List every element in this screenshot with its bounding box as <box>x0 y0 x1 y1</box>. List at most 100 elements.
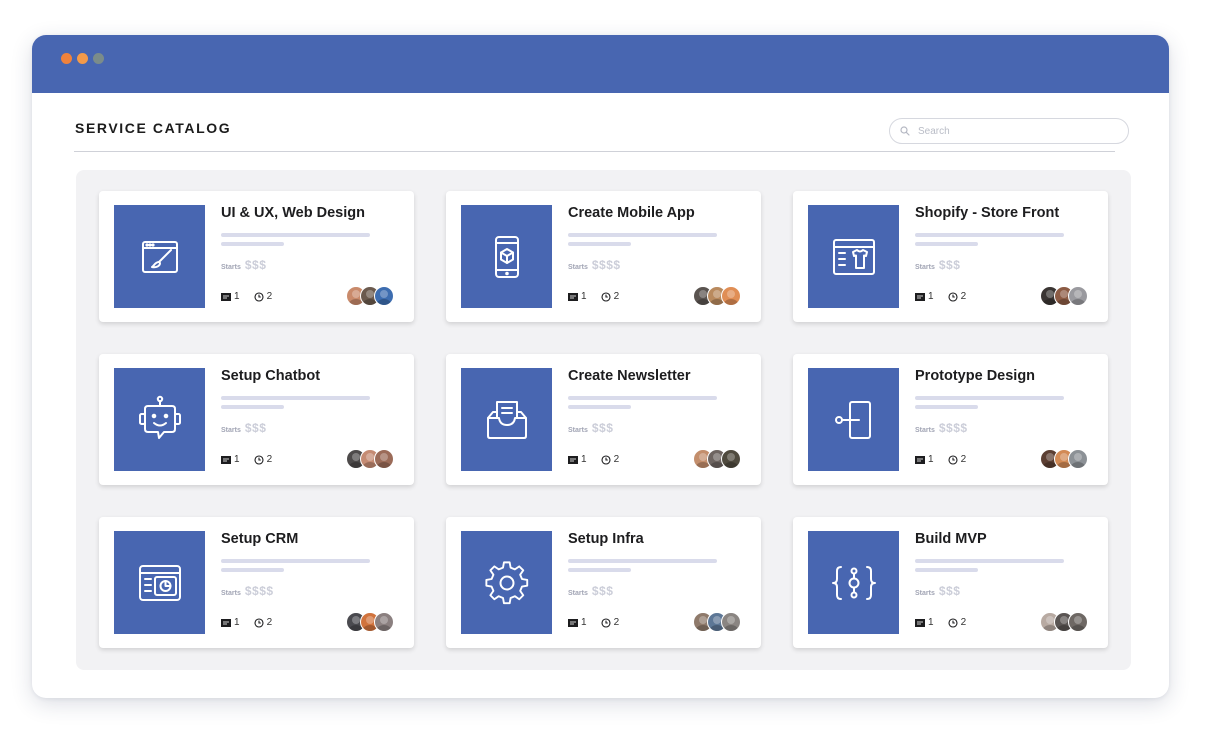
service-card[interactable]: Create Newsletter Starts $$$ 1 2 <box>446 354 761 485</box>
team-avatars <box>346 286 394 306</box>
price-tier: $$$ <box>938 258 961 272</box>
description-placeholder <box>915 242 978 246</box>
card-meta: 1 2 <box>221 617 286 628</box>
price-tier: $$$ <box>938 584 961 598</box>
avatar[interactable] <box>721 286 741 306</box>
service-title: Setup Chatbot <box>221 368 321 384</box>
close-window-dot[interactable] <box>61 53 72 64</box>
price-tier: $$$$ <box>591 258 621 272</box>
clock-icon <box>601 454 611 465</box>
service-thumbnail <box>808 205 899 308</box>
clock-icon <box>948 454 958 465</box>
description-placeholder <box>221 233 370 237</box>
description-placeholder <box>568 242 631 246</box>
time-count: 2 <box>266 454 273 465</box>
avatar[interactable] <box>1068 286 1088 306</box>
clock-icon <box>254 617 264 628</box>
service-card[interactable]: Setup Chatbot Starts $$$ 1 2 <box>99 354 414 485</box>
card-meta: 1 2 <box>915 291 980 302</box>
card-meta: 1 2 <box>221 454 286 465</box>
avatar[interactable] <box>374 449 394 469</box>
avatar[interactable] <box>721 612 741 632</box>
service-card[interactable]: Prototype Design Starts $$$$ 1 2 <box>793 354 1108 485</box>
starts-label: Starts <box>568 590 588 597</box>
service-card[interactable]: Shopify - Store Front Starts $$$ 1 2 <box>793 191 1108 322</box>
card-meta: 1 2 <box>568 454 633 465</box>
avatar[interactable] <box>721 449 741 469</box>
price-row: Starts $$$$ <box>568 258 621 272</box>
description-placeholder <box>221 559 370 563</box>
search-input[interactable] <box>916 124 1120 138</box>
time-count: 2 <box>266 291 273 302</box>
service-thumbnail <box>808 531 899 634</box>
description-placeholder <box>915 233 1064 237</box>
service-thumbnail <box>461 205 552 308</box>
service-card[interactable]: Build MVP Starts $$$ 1 2 <box>793 517 1108 648</box>
service-card[interactable]: Setup CRM Starts $$$$ 1 2 <box>99 517 414 648</box>
minimize-window-dot[interactable] <box>77 53 88 64</box>
description-placeholder <box>221 568 284 572</box>
time-count: 2 <box>960 454 967 465</box>
price-tier: $$$ <box>591 421 614 435</box>
search-box[interactable] <box>889 118 1129 144</box>
clock-icon <box>601 617 611 628</box>
app-window: SERVICE CATALOG UI & UX <box>32 35 1169 698</box>
clock-icon <box>601 291 611 302</box>
service-title: Shopify - Store Front <box>915 205 1060 221</box>
time-count: 2 <box>960 291 967 302</box>
avatar[interactable] <box>1068 449 1088 469</box>
starts-label: Starts <box>568 427 588 434</box>
service-title: Create Mobile App <box>568 205 695 221</box>
time-count: 2 <box>613 617 620 628</box>
gear-icon <box>484 560 528 604</box>
docs-count: 1 <box>581 617 587 628</box>
team-avatars <box>1040 612 1088 632</box>
service-title: Build MVP <box>915 531 987 547</box>
store-front-icon <box>832 238 875 275</box>
card-meta: 1 2 <box>915 617 980 628</box>
price-tier: $$$ <box>591 584 614 598</box>
service-card[interactable]: Create Mobile App Starts $$$$ 1 2 <box>446 191 761 322</box>
search-icon <box>900 126 910 136</box>
price-row: Starts $$$ <box>568 421 613 435</box>
header-divider <box>74 151 1115 152</box>
ticket-icon <box>915 292 925 301</box>
price-tier: $$$$ <box>938 421 968 435</box>
price-row: Starts $$$$ <box>221 584 274 598</box>
description-placeholder <box>915 559 1064 563</box>
ticket-icon <box>915 455 925 464</box>
team-avatars <box>346 612 394 632</box>
service-card[interactable]: Setup Infra Starts $$$ 1 2 <box>446 517 761 648</box>
service-title: Create Newsletter <box>568 368 691 384</box>
catalog-panel: UI & UX, Web Design Starts $$$ 1 2 Creat… <box>76 170 1131 670</box>
service-title: UI & UX, Web Design <box>221 205 365 221</box>
service-card[interactable]: UI & UX, Web Design Starts $$$ 1 2 <box>99 191 414 322</box>
mobile-app-icon <box>494 235 519 278</box>
team-avatars <box>693 449 741 469</box>
service-title: Prototype Design <box>915 368 1036 384</box>
service-thumbnail <box>461 368 552 471</box>
price-row: Starts $$$ <box>221 421 266 435</box>
ticket-icon <box>221 292 231 301</box>
description-placeholder <box>915 405 978 409</box>
starts-label: Starts <box>915 264 935 271</box>
maximize-window-dot[interactable] <box>93 53 104 64</box>
avatar[interactable] <box>374 286 394 306</box>
avatar[interactable] <box>1068 612 1088 632</box>
service-thumbnail <box>808 368 899 471</box>
clock-icon <box>254 454 264 465</box>
service-thumbnail <box>114 368 205 471</box>
description-placeholder <box>915 568 978 572</box>
ticket-icon <box>221 618 231 627</box>
description-placeholder <box>568 559 717 563</box>
avatar[interactable] <box>374 612 394 632</box>
card-meta: 1 2 <box>221 291 286 302</box>
ticket-icon <box>568 455 578 464</box>
description-placeholder <box>568 568 631 572</box>
price-row: Starts $$$ <box>915 258 960 272</box>
starts-label: Starts <box>221 590 241 597</box>
price-row: Starts $$$$ <box>915 421 968 435</box>
description-placeholder <box>568 396 717 400</box>
service-card-grid: UI & UX, Web Design Starts $$$ 1 2 Creat… <box>99 191 1108 648</box>
team-avatars <box>693 286 741 306</box>
